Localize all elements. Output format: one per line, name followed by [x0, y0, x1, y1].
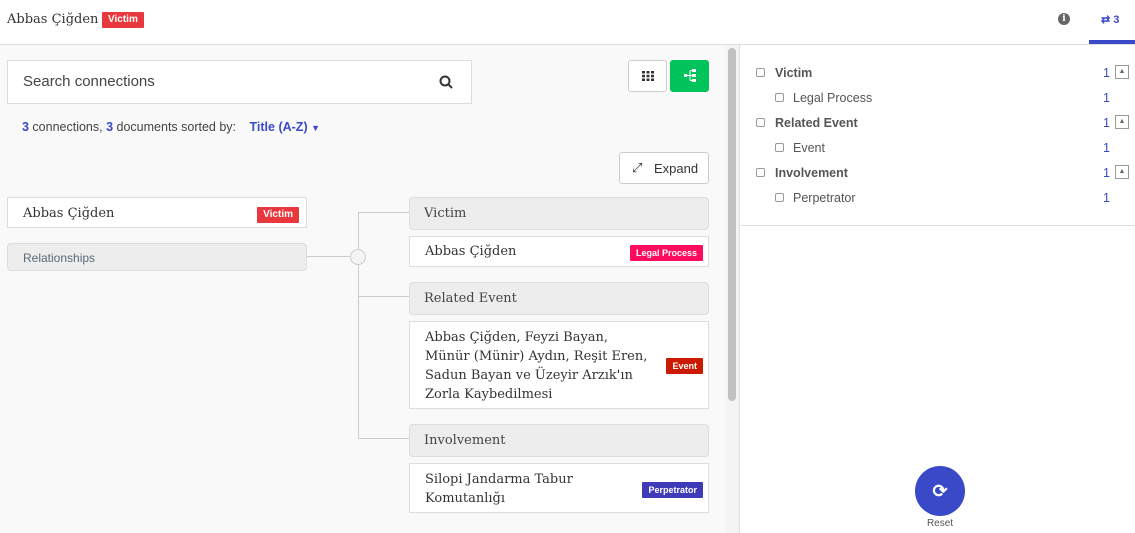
- filter-label: Related Event: [775, 116, 858, 130]
- connection-title: Abbas Çiğden, Feyzi Bayan, Münür (Münir)…: [425, 330, 648, 402]
- filter-label: Victim: [775, 66, 813, 80]
- expand-arrows-icon: ⤢: [632, 160, 643, 175]
- reset-label: Reset: [926, 518, 954, 529]
- connection-card[interactable]: Abbas Çiğden, Feyzi Bayan, Münür (Münir)…: [409, 321, 709, 409]
- scrollbar[interactable]: [725, 45, 740, 533]
- filter-count: 1: [1103, 166, 1110, 180]
- connection-badge: Event: [666, 358, 703, 374]
- documents-count: 3: [106, 120, 114, 134]
- filter-label: Involvement: [775, 166, 848, 180]
- group-header-involvement: Involvement: [409, 424, 709, 457]
- connector-node: [350, 249, 366, 265]
- info-icon[interactable]: i: [1058, 13, 1070, 25]
- filter-event[interactable]: Event 1: [741, 140, 1131, 158]
- grid-icon: [642, 71, 654, 81]
- hierarchy-view-button[interactable]: [670, 60, 709, 92]
- filter-count: 1: [1103, 141, 1110, 155]
- reference-card[interactable]: Abbas Çiğden Victim: [7, 197, 307, 228]
- filter-count: 1: [1103, 191, 1110, 205]
- connector-line: [358, 438, 409, 439]
- connection-badge: Legal Process: [629, 245, 703, 261]
- relationships-label: Relationships: [7, 243, 307, 271]
- caret-down-icon: ▼: [311, 123, 321, 133]
- connection-card[interactable]: Silopi Jandarma Tabur Komutanlığı Perpet…: [409, 463, 709, 513]
- connector-line: [358, 296, 409, 297]
- filter-perpetrator[interactable]: Perpetrator 1: [741, 190, 1131, 208]
- filter-label: Event: [793, 141, 825, 155]
- header: Abbas Çiğden Victim i ⇄ 3: [0, 0, 1135, 45]
- connector-line: [358, 212, 409, 213]
- checkbox[interactable]: [775, 193, 784, 202]
- documents-label: documents sorted by:: [113, 120, 237, 134]
- filter-count: 1: [1103, 116, 1110, 130]
- expand-button[interactable]: ⤢ Expand: [619, 152, 709, 184]
- sort-dropdown[interactable]: Title (A-Z) ▼: [250, 120, 321, 134]
- filter-count: 1: [1103, 91, 1110, 105]
- connection-badge: Perpetrator: [642, 482, 703, 498]
- sitemap-icon: [684, 69, 696, 82]
- filter-label: Legal Process: [793, 91, 873, 105]
- search-icon[interactable]: [439, 75, 453, 89]
- filter-legal-process[interactable]: Legal Process 1: [741, 90, 1131, 108]
- search-input[interactable]: [23, 73, 423, 90]
- grid-view-button[interactable]: [628, 60, 667, 92]
- group-header-victim: Victim: [409, 197, 709, 230]
- refresh-icon: ⟳: [932, 481, 948, 501]
- filter-victim[interactable]: Victim 1 ▲: [741, 65, 1131, 83]
- collapse-toggle-icon[interactable]: ▲: [1115, 165, 1129, 179]
- connection-title: Abbas Çiğden: [425, 244, 517, 259]
- connections-summary: 3 connections, 3 documents sorted by: Ti…: [22, 120, 320, 134]
- connector-line: [358, 212, 359, 439]
- sort-value: Title (A-Z): [249, 120, 308, 134]
- group-header-related-event: Related Event: [409, 282, 709, 315]
- connector-line: [307, 256, 350, 257]
- reference-title: Abbas Çiğden: [23, 206, 115, 221]
- reset-button[interactable]: ⟳: [915, 466, 965, 516]
- filters-panel: Victim 1 ▲ Legal Process 1 Related Event 1 ▲ …: [741, 45, 1135, 533]
- collapse-toggle-icon[interactable]: ▲: [1115, 65, 1129, 79]
- filter-related-event[interactable]: Related Event 1 ▲: [741, 115, 1131, 133]
- connection-title: Silopi Jandarma Tabur Komutanlığı: [425, 472, 573, 506]
- filter-list: Victim 1 ▲ Legal Process 1 Related Event 1 ▲ …: [741, 45, 1135, 226]
- search-box: [7, 60, 472, 104]
- connections-tab[interactable]: ⇄ 3: [1089, 0, 1135, 44]
- connection-card[interactable]: Abbas Çiğden Legal Process: [409, 236, 709, 267]
- scrollbar-thumb[interactable]: [728, 48, 736, 401]
- checkbox[interactable]: [775, 143, 784, 152]
- checkbox[interactable]: [756, 118, 765, 127]
- filter-count: 1: [1103, 66, 1110, 80]
- checkbox[interactable]: [756, 68, 765, 77]
- entity-title: Abbas Çiğden: [7, 12, 99, 27]
- checkbox[interactable]: [775, 93, 784, 102]
- entity-type-badge: Victim: [102, 12, 144, 28]
- connections-panel: 3 connections, 3 documents sorted by: Ti…: [0, 45, 725, 533]
- filter-involvement[interactable]: Involvement 1 ▲: [741, 165, 1131, 183]
- checkbox[interactable]: [756, 168, 765, 177]
- collapse-toggle-icon[interactable]: ▲: [1115, 115, 1129, 129]
- connections-count: 3: [22, 120, 29, 134]
- reference-badge: Victim: [257, 207, 299, 223]
- connections-count: 3: [1113, 14, 1120, 26]
- expand-label: Expand: [654, 161, 699, 176]
- filter-label: Perpetrator: [793, 191, 856, 205]
- connections-label: connections,: [28, 120, 107, 134]
- swap-arrows-icon: ⇄: [1101, 14, 1111, 26]
